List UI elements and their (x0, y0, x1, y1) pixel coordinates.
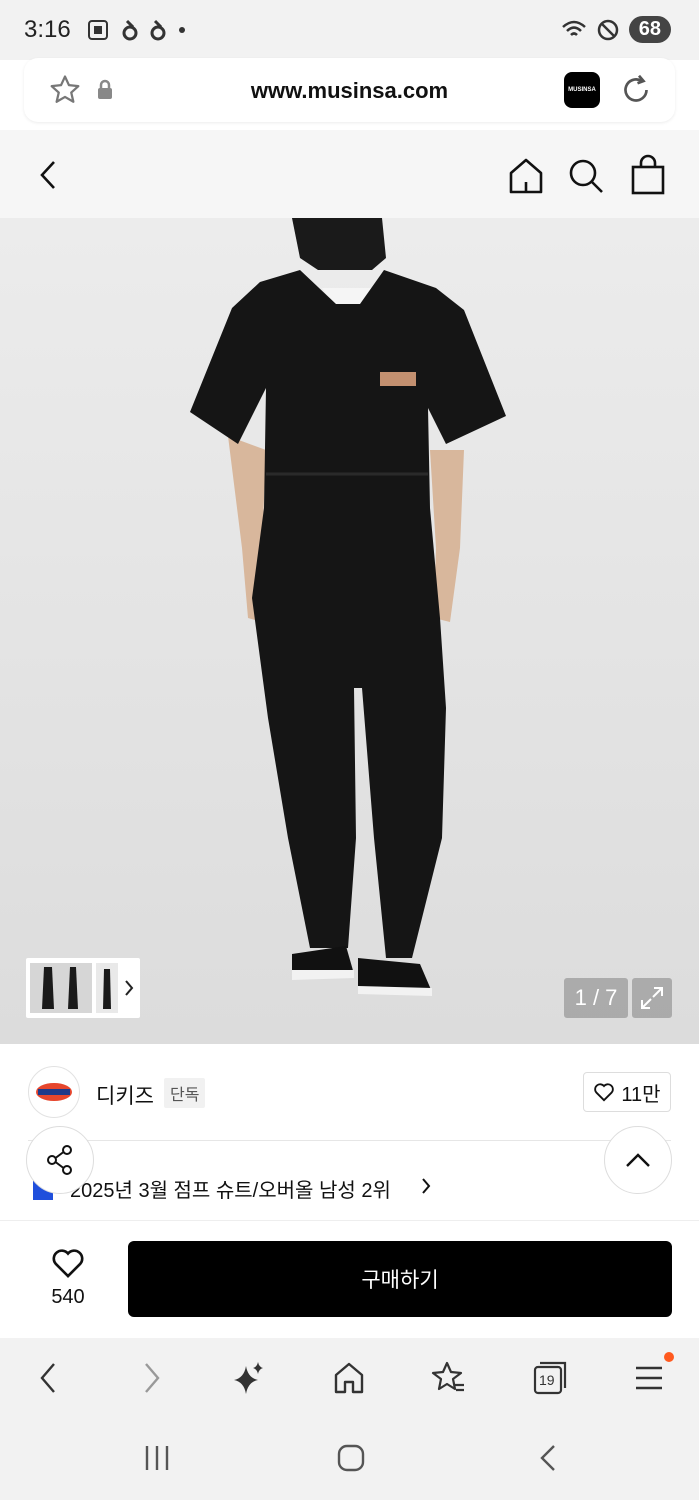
back-nav-icon[interactable] (536, 1442, 560, 1474)
wishlist-count: 540 (51, 1286, 85, 1308)
ranking-text[interactable]: 2025년 3월 점프 슈트/오버올 남성 2위 (70, 1174, 391, 1203)
recent-apps-icon[interactable] (142, 1442, 172, 1474)
do-not-disturb-icon (597, 19, 618, 40)
product-image-carousel[interactable]: 1 / 7 (0, 218, 699, 1044)
expand-icon (641, 987, 663, 1009)
brand-name[interactable]: 디키즈 (96, 1080, 154, 1110)
browser-forward-icon[interactable] (140, 1360, 164, 1396)
share-button[interactable] (26, 1126, 94, 1194)
app-header (0, 130, 699, 218)
battery-indicator: 68 (628, 16, 671, 43)
ranking-row[interactable]: 2025년 3월 점프 슈트/오버올 남성 2위 (0, 1160, 699, 1216)
buy-button[interactable]: 구매하기 (128, 1241, 672, 1317)
exclusive-badge: 단독 (164, 1078, 206, 1108)
purchase-bar: 540 구매하기 (0, 1220, 699, 1338)
chevron-right-icon[interactable] (122, 978, 136, 998)
bookmarks-icon[interactable] (430, 1360, 466, 1396)
thumbnail-1[interactable] (30, 963, 92, 1013)
home-icon[interactable] (506, 156, 546, 196)
tabs-button[interactable]: 19 (532, 1360, 568, 1396)
status-notification-icons (86, 18, 186, 42)
shopping-bag-icon[interactable] (628, 154, 668, 196)
screenshot-icon (88, 20, 108, 40)
menu-icon[interactable] (634, 1360, 664, 1396)
product-photo (190, 218, 506, 996)
status-time: 3:16 (24, 16, 71, 43)
system-nav-bar (0, 1418, 699, 1500)
ai-sparkle-icon[interactable] (232, 1360, 266, 1396)
status-bar: 3:16 68 (0, 0, 699, 60)
brand-row: 디키즈 단독 11만 (0, 1044, 699, 1140)
more-dot-icon (179, 27, 185, 33)
share-icon (47, 1145, 72, 1175)
site-badge[interactable]: MUSINSA (564, 72, 600, 108)
browser-toolbar: 19 (0, 1338, 699, 1418)
image-page-counter: 1 / 7 (564, 978, 628, 1018)
status-right: 68 (561, 16, 671, 43)
chevron-up-icon (626, 1153, 650, 1167)
thumbnail-2[interactable] (96, 963, 118, 1013)
expand-button[interactable] (632, 978, 672, 1018)
wifi-icon (561, 20, 586, 36)
browser-home-icon[interactable] (332, 1360, 366, 1396)
home-nav-icon[interactable] (336, 1442, 366, 1474)
browser-back-icon[interactable] (36, 1360, 60, 1396)
divider (28, 1140, 671, 1141)
thumbnail-strip[interactable] (26, 958, 140, 1018)
dickies-logo (36, 1083, 72, 1101)
wishlist-button[interactable]: 540 (38, 1247, 98, 1309)
tabs-count: 19 (539, 1372, 555, 1388)
brand-like-count: 11만 (621, 1083, 661, 1106)
heart-icon (594, 1083, 615, 1102)
app-notification-icon (150, 19, 166, 41)
heart-icon (52, 1249, 84, 1278)
reload-icon[interactable] (618, 72, 654, 108)
notification-dot (664, 1352, 674, 1362)
brand-like-button[interactable]: 11만 (583, 1072, 671, 1112)
app-notification-icon (122, 19, 138, 41)
scroll-top-button[interactable] (604, 1126, 672, 1194)
back-icon[interactable] (34, 158, 62, 192)
address-bar[interactable]: www.musinsa.com MUSINSA (24, 58, 675, 122)
search-icon[interactable] (566, 156, 606, 196)
brand-logo[interactable] (28, 1066, 80, 1118)
chevron-right-icon (422, 1178, 431, 1194)
